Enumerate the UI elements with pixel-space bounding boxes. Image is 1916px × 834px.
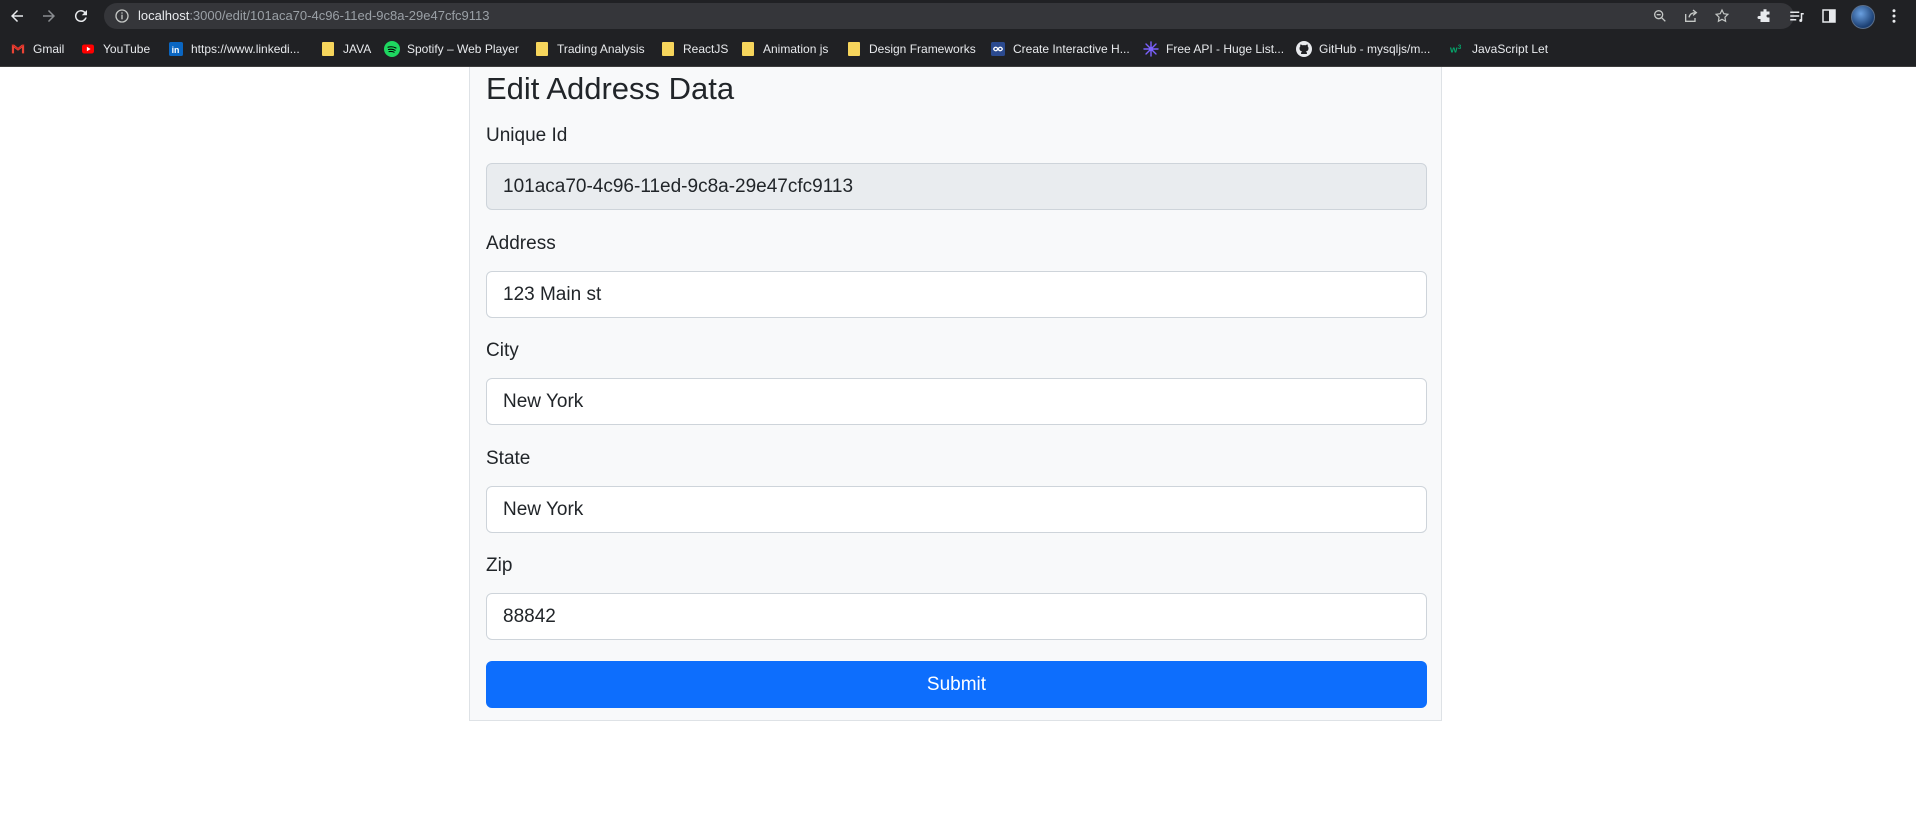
bookmark-gmail[interactable]: Gmail	[10, 39, 64, 59]
bookmark-spotify[interactable]: Spotify – Web Player	[384, 39, 519, 59]
svg-text:3: 3	[1458, 44, 1462, 51]
folder-icon	[320, 41, 336, 57]
forward-arrow-icon[interactable]	[38, 5, 60, 27]
folder-icon	[740, 41, 756, 57]
url-text[interactable]: localhost:3000/edit/101aca70-4c96-11ed-9…	[138, 8, 490, 23]
page-title: Edit Address Data	[486, 71, 735, 106]
address-input[interactable]	[486, 271, 1427, 318]
infinity-icon	[990, 41, 1006, 57]
bookmark-free-api[interactable]: Free API - Huge List...	[1143, 39, 1284, 59]
bookmark-github[interactable]: GitHub - mysqljs/m...	[1296, 39, 1430, 59]
browser-toolbar: localhost:3000/edit/101aca70-4c96-11ed-9…	[0, 0, 1916, 32]
zip-label: Zip	[486, 555, 513, 576]
bookmark-label: Spotify – Web Player	[407, 42, 519, 56]
bookmark-label: GitHub - mysqljs/m...	[1319, 42, 1431, 56]
bookmark-label: Animation js	[763, 42, 829, 56]
bookmark-label: Free API - Huge List...	[1166, 42, 1285, 56]
bookmark-label: Trading Analysis	[557, 42, 645, 56]
bookmark-folder-java[interactable]: JAVA	[320, 39, 371, 59]
zoom-icon[interactable]	[1651, 7, 1669, 25]
bookmark-label: https://www.linkedi...	[191, 42, 300, 56]
url-path: :3000/edit/101aca70-4c96-11ed-9c8a-29e47…	[189, 8, 490, 23]
profile-avatar[interactable]	[1851, 5, 1875, 29]
folder-icon	[534, 41, 550, 57]
github-icon	[1296, 41, 1312, 57]
spotify-icon	[384, 41, 400, 57]
extensions-icon[interactable]	[1755, 6, 1775, 26]
bookmark-folder-reactjs[interactable]: ReactJS	[660, 39, 728, 59]
folder-icon	[846, 41, 862, 57]
bookmark-label: Create Interactive H...	[1013, 42, 1130, 56]
bookmark-star-icon[interactable]	[1713, 7, 1731, 25]
side-panel-icon[interactable]	[1819, 6, 1839, 26]
folder-icon	[660, 41, 676, 57]
bookmark-label: ReactJS	[683, 42, 729, 56]
address-bar[interactable]: localhost:3000/edit/101aca70-4c96-11ed-9…	[104, 3, 1794, 29]
bookmark-folder-design-frameworks[interactable]: Design Frameworks	[846, 39, 976, 59]
bookmark-linkedin[interactable]: in https://www.linkedi...	[168, 39, 300, 59]
api-icon	[1143, 41, 1159, 57]
unique-id-field	[486, 163, 1427, 210]
bookmark-javascript-let[interactable]: w3 JavaScript Let	[1449, 39, 1548, 59]
submit-button[interactable]: Submit	[486, 661, 1427, 708]
unique-id-label: Unique Id	[486, 125, 568, 146]
url-host: localhost	[138, 8, 190, 23]
bookmark-folder-animation-js[interactable]: Animation js	[740, 39, 828, 59]
address-label: Address	[486, 233, 556, 254]
linkedin-icon: in	[168, 41, 184, 57]
bookmark-label: JAVA	[343, 42, 372, 56]
gmail-icon	[10, 41, 26, 57]
bookmark-label: JavaScript Let	[1472, 42, 1549, 56]
back-arrow-icon[interactable]	[6, 5, 28, 27]
bookmarks-bar: Gmail YouTube in https://www.linkedi... …	[0, 32, 1916, 67]
share-icon[interactable]	[1682, 7, 1700, 25]
bookmark-label: Gmail	[33, 42, 65, 56]
state-input[interactable]	[486, 486, 1427, 533]
menu-kebab-icon[interactable]	[1884, 6, 1904, 26]
bookmark-folder-trading-analysis[interactable]: Trading Analysis	[534, 39, 645, 59]
reading-list-icon[interactable]	[1787, 6, 1807, 26]
edit-address-form: Edit Address Data Unique Id Address City…	[469, 67, 1442, 721]
reload-icon[interactable]	[70, 5, 92, 27]
bookmark-label: YouTube	[103, 42, 151, 56]
bookmark-label: Design Frameworks	[869, 42, 976, 56]
city-label: City	[486, 340, 519, 361]
w3-icon: w3	[1449, 41, 1465, 57]
state-label: State	[486, 448, 531, 469]
bookmark-youtube[interactable]: YouTube	[80, 39, 150, 59]
zip-input[interactable]	[486, 593, 1427, 640]
bookmark-create-interactive[interactable]: Create Interactive H...	[990, 39, 1130, 59]
svg-text:w: w	[1449, 45, 1458, 56]
city-input[interactable]	[486, 378, 1427, 425]
youtube-icon	[80, 41, 96, 57]
svg-text:in: in	[172, 45, 180, 55]
site-info-icon[interactable]	[114, 8, 130, 24]
